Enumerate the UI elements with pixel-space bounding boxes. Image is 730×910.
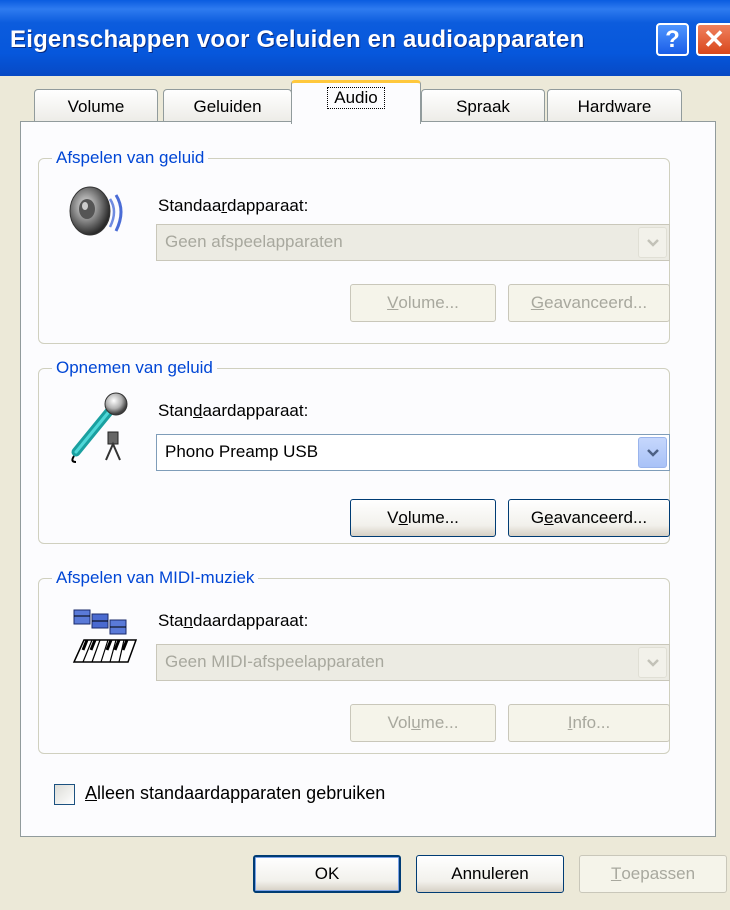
title-bar[interactable]: Eigenschappen voor Geluiden en audioappa… [0,0,730,76]
playback-device-select[interactable]: Geen afspeelapparaten [156,224,670,261]
tab-audio-label: Audio [327,86,385,109]
apply-button[interactable]: Toepassen [579,855,727,893]
midi-device-value: Geen MIDI-afspeelapparaten [165,652,385,671]
playback-group-label: Afspelen van geluid [52,148,209,168]
midi-keyboard-icon [70,606,140,670]
recording-group-label: Opnemen van geluid [52,358,217,378]
tab-geluiden[interactable]: Geluiden [163,89,292,123]
playback-dropdown-button[interactable] [638,227,667,258]
chevron-down-icon [646,238,659,247]
recording-dropdown-button[interactable] [638,437,667,468]
midi-device-label: Standaardapparaat: [158,611,309,630]
window-title: Eigenschappen voor Geluiden en audioappa… [10,26,585,53]
midi-volume-button[interactable]: Vol u me... [350,704,496,742]
speaker-icon [66,183,132,247]
tab-spraak[interactable]: Spraak [421,89,545,123]
microphone-icon [68,390,132,470]
close-button[interactable]: ✕ [696,23,730,56]
recording-advanced-button[interactable]: Ge avanceerd... [508,499,670,537]
recording-volume-button[interactable]: Vo lume... [350,499,496,537]
tab-hardware[interactable]: Hardware [547,89,682,123]
cancel-button[interactable]: Annuleren [416,855,564,893]
ok-button[interactable]: OK [253,855,401,893]
close-icon: ✕ [703,24,725,54]
midi-device-select[interactable]: Geen MIDI-afspeelapparaten [156,644,670,681]
recording-device-value: Phono Preamp USB [165,442,319,461]
chevron-down-icon [646,658,659,667]
recording-device-select[interactable]: Phono Preamp USB [156,434,670,471]
midi-group-label: Afspelen van MIDI-muziek [52,568,259,588]
tab-spraak-label: Spraak [456,96,510,116]
tab-volume-label: Volume [67,96,125,116]
midi-info-button[interactable]: Info... [508,704,670,742]
midi-dropdown-button[interactable] [638,647,667,678]
help-button[interactable]: ? [656,23,689,56]
tab-hardware-label: Hardware [577,96,652,116]
playback-device-value: Geen afspeelapparaten [165,232,343,251]
playback-volume-button[interactable]: Volume... [350,284,496,322]
playback-advanced-button[interactable]: Geavanceerd... [508,284,670,322]
playback-device-label: Standaardapparaat: [158,196,309,215]
tab-audio[interactable]: Audio [291,80,421,124]
only-default-devices-checkbox[interactable] [54,784,75,805]
only-default-devices-label[interactable]: Alleen standaardapparaten gebruiken [85,783,385,804]
chevron-down-icon [646,448,659,457]
tab-volume[interactable]: Volume [34,89,158,123]
tab-geluiden-label: Geluiden [193,96,262,116]
help-icon: ? [665,25,680,53]
recording-device-label: Standaardapparaat: [158,401,309,420]
